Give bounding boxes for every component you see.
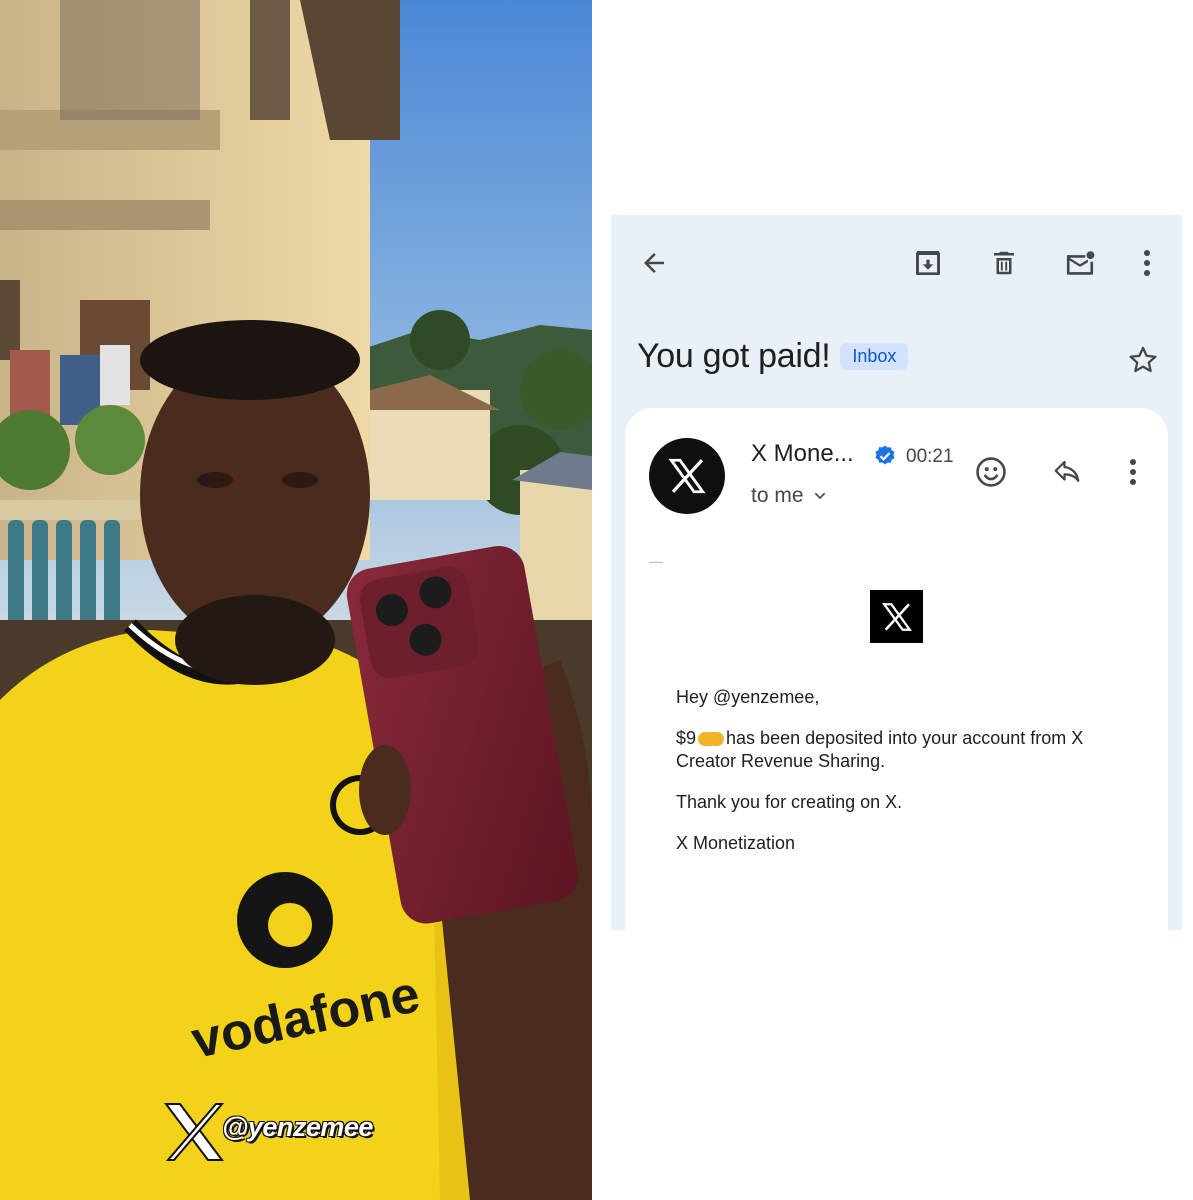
archive-icon bbox=[916, 251, 940, 275]
x-brand-logo bbox=[870, 590, 923, 643]
greeting: Hey @yenzemee, bbox=[676, 687, 820, 707]
smiley-icon bbox=[976, 457, 1006, 487]
email-subject: You got paid! bbox=[637, 337, 831, 375]
recipient-label: to me bbox=[751, 484, 804, 507]
arrow-left-icon bbox=[644, 253, 664, 273]
deposit-text: has been deposited into your account fro… bbox=[676, 728, 1084, 771]
reply-icon bbox=[1054, 460, 1080, 482]
more-options-button[interactable] bbox=[1127, 243, 1167, 283]
sender-name[interactable]: X Mone... bbox=[751, 440, 854, 468]
thanks-line: Thank you for creating on X. bbox=[676, 792, 903, 812]
message-body: Hey @yenzemee, $9 has been deposited into… bbox=[676, 686, 1136, 873]
more-vert-icon bbox=[1130, 459, 1136, 485]
subject-row: You got paid! Inbox bbox=[637, 337, 909, 376]
mail-unread-icon bbox=[1066, 251, 1095, 275]
chevron-down-icon bbox=[814, 492, 825, 500]
watermark: @yenzemee bbox=[222, 1112, 373, 1143]
delete-button[interactable] bbox=[984, 243, 1024, 283]
divider bbox=[649, 562, 663, 563]
trash-icon bbox=[994, 251, 1014, 275]
recipient-row[interactable]: to me bbox=[751, 484, 828, 508]
emoji-reaction-button[interactable] bbox=[971, 452, 1011, 492]
archive-button[interactable] bbox=[908, 243, 948, 283]
watermark-handle: @yenzemee bbox=[222, 1112, 373, 1142]
deposit-line: $9 has been deposited into your account f… bbox=[676, 727, 1136, 773]
verified-icon bbox=[873, 444, 897, 473]
amount-prefix: $9 bbox=[676, 728, 697, 748]
x-logo-icon bbox=[881, 602, 912, 631]
wow-sticker-icon bbox=[698, 732, 725, 747]
message-more-button[interactable] bbox=[1113, 452, 1153, 492]
more-vert-icon bbox=[1144, 250, 1150, 276]
message-time: 00:21 bbox=[906, 446, 954, 467]
x-logo-icon bbox=[668, 458, 706, 494]
star-button[interactable] bbox=[1126, 343, 1162, 379]
star-icon bbox=[1129, 346, 1157, 373]
sender-avatar[interactable] bbox=[649, 438, 725, 514]
email-view: You got paid! Inbox X Mone... 00:21 to m… bbox=[611, 215, 1182, 930]
reply-button[interactable] bbox=[1047, 452, 1087, 492]
inbox-label[interactable]: Inbox bbox=[840, 343, 909, 370]
signature: X Monetization bbox=[676, 833, 796, 853]
back-button[interactable] bbox=[634, 243, 674, 283]
email-toolbar bbox=[611, 215, 1182, 305]
selfie-photo: vodafone @yenzemee bbox=[0, 0, 592, 1200]
message-card: X Mone... 00:21 to me Hey @yenzemee, $9 h… bbox=[625, 408, 1168, 930]
mark-unread-button[interactable] bbox=[1060, 243, 1100, 283]
